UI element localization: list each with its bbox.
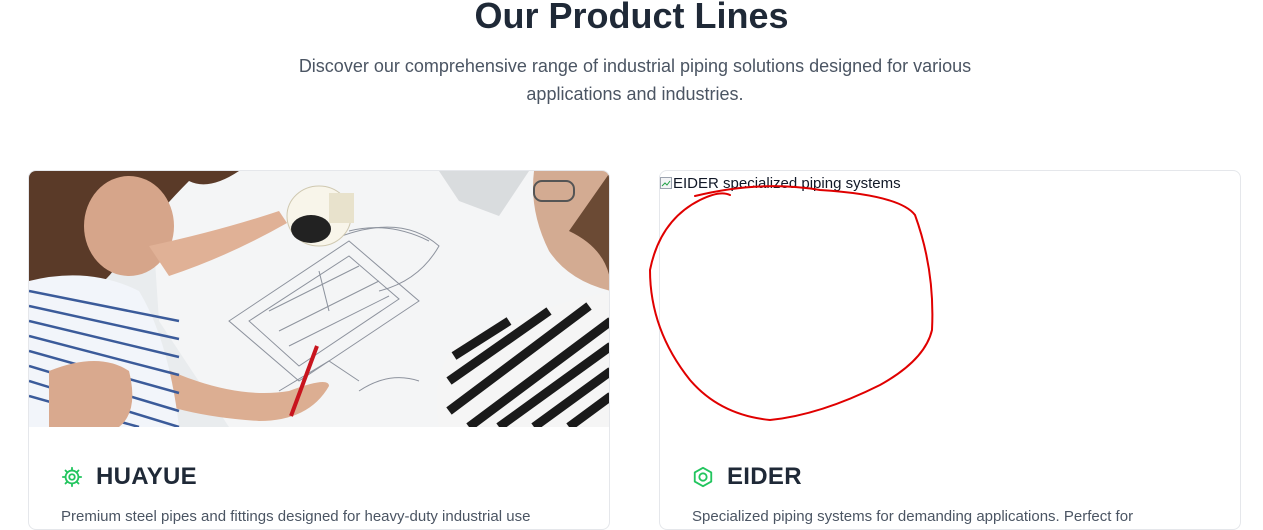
product-image-huayue bbox=[29, 171, 609, 427]
image-alt-text: EIDER specialized piping systems bbox=[673, 175, 901, 192]
gear-icon bbox=[61, 466, 83, 488]
hexagon-nut-icon bbox=[692, 466, 714, 488]
product-name: HUAYUE bbox=[96, 463, 197, 490]
section-subtitle: Discover our comprehensive range of indu… bbox=[298, 56, 972, 104]
section-title: Our Product Lines bbox=[474, 0, 789, 36]
product-name: EIDER bbox=[727, 463, 802, 490]
product-card-huayue[interactable]: HUAYUE Premium steel pipes and fittings … bbox=[28, 170, 610, 530]
product-image-eider: EIDER specialized piping systems bbox=[660, 171, 1240, 427]
product-card-eider[interactable]: EIDER specialized piping systems EIDER S… bbox=[659, 170, 1241, 530]
broken-image-placeholder: EIDER specialized piping systems bbox=[660, 175, 901, 192]
broken-image-icon bbox=[660, 177, 672, 189]
product-title-huayue: HUAYUE bbox=[61, 463, 197, 491]
product-title-eider: EIDER bbox=[692, 463, 802, 491]
